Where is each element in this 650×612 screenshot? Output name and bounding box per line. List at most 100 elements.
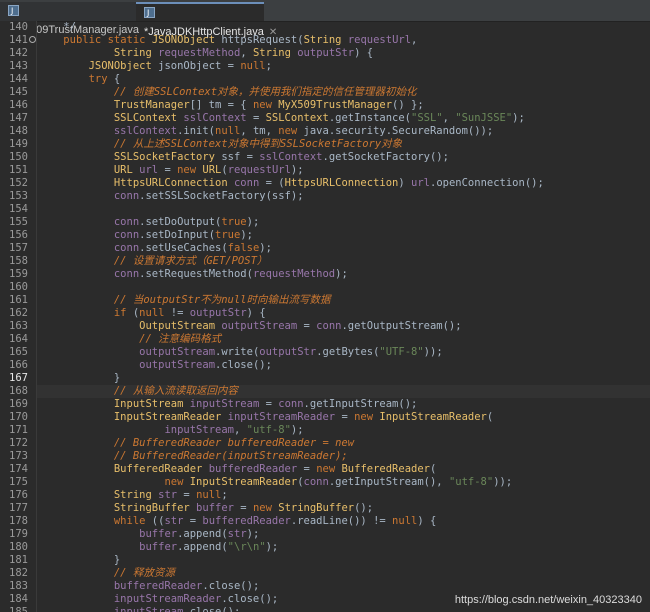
code-text: // 注意编码格式 — [139, 333, 222, 345]
code-text: */ — [38, 21, 76, 33]
code-line: 157 conn.setUseCaches(false); — [0, 242, 650, 255]
code-line: 166 outputStream.close(); — [0, 359, 650, 372]
line-number: 174 — [9, 463, 28, 475]
code-text: while ((str = bufferedReader.readLine())… — [113, 515, 437, 527]
code-text: sslContext.init(null, tm, new java.secur… — [113, 125, 494, 137]
code-line: 144 try { — [0, 73, 650, 86]
code-line: 171 inputStream, "utf-8"); — [0, 424, 650, 437]
line-number: 167 — [9, 372, 28, 384]
code-text: bufferedReader.close(); — [113, 580, 260, 592]
code-text: inputStream, "utf-8"); — [164, 424, 304, 436]
line-number: 156 — [9, 229, 28, 241]
code-line: 140 */ — [0, 21, 650, 34]
code-text: // BufferedReader(inputStreamReader); — [113, 450, 348, 462]
code-line: 161 // 当outputStr不为null时向输出流写数据 — [0, 294, 650, 307]
code-text: TrustManager[] tm = { new MyX509TrustMan… — [113, 99, 424, 111]
line-number: 161 — [9, 294, 28, 306]
code-line: 172 // BufferedReader bufferedReader = n… — [0, 437, 650, 450]
line-number: 165 — [9, 346, 28, 358]
line-number: 150 — [9, 151, 28, 163]
code-text: conn.setRequestMethod(requestMethod); — [113, 268, 348, 280]
code-line: 170 InputStreamReader inputStreamReader … — [0, 411, 650, 424]
code-text: String str = null; — [113, 489, 228, 501]
line-number: 168 — [9, 385, 28, 397]
line-number: 158 — [9, 255, 28, 267]
code-text: JSONObject jsonObject = null; — [88, 60, 272, 72]
code-text: new InputStreamReader(conn.getInputStrea… — [164, 476, 513, 488]
code-line: 180 buffer.append("\r\n"); — [0, 541, 650, 554]
code-text: outputStream.write(outputStr.getBytes("U… — [139, 346, 443, 358]
line-number: 160 — [9, 281, 28, 293]
code-line: 183 bufferedReader.close(); — [0, 580, 650, 593]
code-line: 177 StringBuffer buffer = new StringBuff… — [0, 502, 650, 515]
code-line: 169 InputStream inputStream = conn.getIn… — [0, 398, 650, 411]
code-line: 153 conn.setSSLSocketFactory(ssf); — [0, 190, 650, 203]
code-line: 174 BufferedReader bufferedReader = new … — [0, 463, 650, 476]
code-text: String requestMethod, String outputStr) … — [113, 47, 374, 59]
line-number: 141 — [9, 34, 28, 46]
code-line: 151 URL url = new URL(requestUrl); — [0, 164, 650, 177]
code-text: } — [38, 554, 121, 566]
code-line: 147 SSLContext sslContext = SSLContext.g… — [0, 112, 650, 125]
line-number: 178 — [9, 515, 28, 527]
line-number: 181 — [9, 554, 28, 566]
code-line: 154 — [0, 203, 650, 216]
code-line: 158 // 设置请求方式（GET/POST） — [0, 255, 650, 268]
code-text: conn.setSSLSocketFactory(ssf); — [113, 190, 304, 202]
code-text: inputStreamReader.close(); — [113, 593, 279, 605]
code-text: buffer.append(str); — [139, 528, 260, 540]
code-line: 150 SSLSocketFactory ssf = sslContext.ge… — [0, 151, 650, 164]
line-number: 180 — [9, 541, 28, 553]
line-number: 172 — [9, 437, 28, 449]
line-number: 153 — [9, 190, 28, 202]
line-number: 146 — [9, 99, 28, 111]
line-number: 144 — [9, 73, 28, 85]
line-number: 184 — [9, 593, 28, 605]
code-line: 176 String str = null; — [0, 489, 650, 502]
code-text: outputStream.close(); — [139, 359, 272, 371]
code-text: OutputStream outputStream = conn.getOutp… — [139, 320, 462, 332]
line-number: 145 — [9, 86, 28, 98]
editor-tab-bar: J MyX509TrustManager.java J *JavaJDKHttpCl… — [0, 0, 650, 38]
line-number: 179 — [9, 528, 28, 540]
code-line: 162 if (null != outputStr) { — [0, 307, 650, 320]
code-text: // 从输入流读取返回内容 — [113, 385, 238, 397]
code-line: 182 // 释放资源 — [0, 567, 650, 580]
code-line: 178 while ((str = bufferedReader.readLin… — [0, 515, 650, 528]
code-line: 148 sslContext.init(null, tm, new java.s… — [0, 125, 650, 138]
code-line: 175 new InputStreamReader(conn.getInputS… — [0, 476, 650, 489]
code-text: conn.setDoInput(true); — [113, 229, 253, 241]
code-line: 149 // 从上述SSLContext对象中得到SSLSocketFactor… — [0, 138, 650, 151]
code-line: 185 inputStream.close(); — [0, 606, 650, 612]
java-file-icon: J — [8, 5, 19, 16]
line-number: 157 — [9, 242, 28, 254]
line-number: 183 — [9, 580, 28, 592]
line-number: 148 — [9, 125, 28, 137]
code-text: HttpsURLConnection conn = (HttpsURLConne… — [113, 177, 544, 189]
line-number: 147 — [9, 112, 28, 124]
code-text: } — [38, 372, 121, 384]
code-line: 163 OutputStream outputStream = conn.get… — [0, 320, 650, 333]
fold-toggle-icon[interactable] — [29, 36, 36, 43]
code-text: InputStreamReader inputStreamReader = ne… — [113, 411, 494, 423]
code-line: 143 JSONObject jsonObject = null; — [0, 60, 650, 73]
line-number: 143 — [9, 60, 28, 72]
line-number: 177 — [9, 502, 28, 514]
tab-javajdkhttpclient[interactable]: J *JavaJDKHttpClient.java ✕ — [136, 2, 277, 38]
java-file-icon: J — [144, 7, 155, 18]
line-number: 170 — [9, 411, 28, 423]
code-text: if (null != outputStr) { — [113, 307, 266, 319]
line-number: 152 — [9, 177, 28, 189]
line-number: 140 — [9, 21, 28, 33]
line-number: 151 — [9, 164, 28, 176]
tab-myx509trustmanager[interactable]: J MyX509TrustManager.java — [0, 2, 139, 36]
line-number: 154 — [9, 203, 28, 215]
line-number: 159 — [9, 268, 28, 280]
code-line: 156 conn.setDoInput(true); — [0, 229, 650, 242]
code-text: SSLContext sslContext = SSLContext.getIn… — [113, 112, 525, 124]
code-editor[interactable]: 140 */141 public static JSONObject https… — [0, 21, 650, 612]
code-text: inputStream.close(); — [113, 606, 241, 612]
code-text: try { — [88, 73, 121, 85]
line-number: 182 — [9, 567, 28, 579]
code-text: StringBuffer buffer = new StringBuffer()… — [113, 502, 374, 514]
